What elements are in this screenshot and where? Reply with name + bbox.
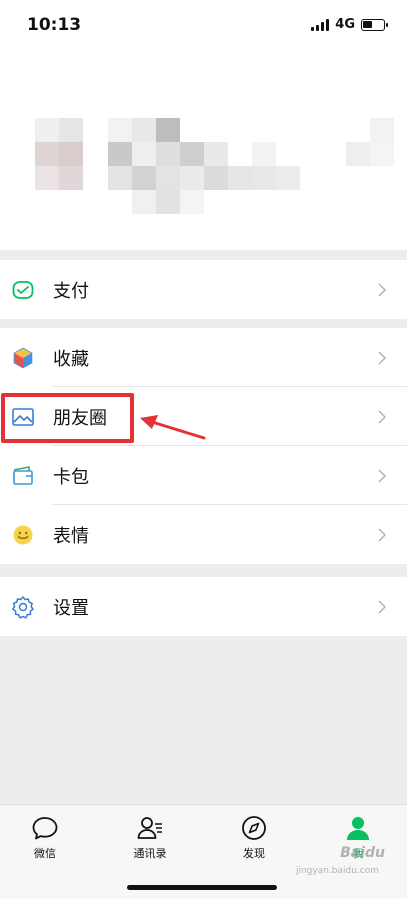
status-indicators: 4G xyxy=(311,17,388,32)
menu-item-pay[interactable]: 支付 xyxy=(0,260,407,319)
gear-icon xyxy=(11,595,35,619)
menu-item-label: 设置 xyxy=(53,597,89,619)
settings-group: 设置 xyxy=(0,577,407,636)
tab-chats[interactable]: 微信 xyxy=(5,815,85,861)
chevron-right-icon xyxy=(378,527,387,542)
chat-bubble-icon xyxy=(32,817,58,840)
menu-item-label: 卡包 xyxy=(53,466,89,488)
home-indicator[interactable] xyxy=(127,885,277,890)
menu-item-label: 收藏 xyxy=(53,348,89,370)
menu-item-label: 表情 xyxy=(53,525,89,547)
contacts-icon xyxy=(137,817,162,839)
chevron-right-icon xyxy=(378,350,387,365)
pay-group: 支付 xyxy=(0,260,407,319)
menu-item-cards[interactable]: 卡包 xyxy=(0,446,407,505)
battery-icon xyxy=(361,18,388,31)
person-icon xyxy=(347,817,369,840)
wallet-check-icon xyxy=(11,278,35,302)
chevron-right-icon xyxy=(378,468,387,483)
menu-item-favorites[interactable]: 收藏 xyxy=(0,328,407,387)
chevron-right-icon xyxy=(378,409,387,424)
features-group: 收藏 朋友圈 卡包 表情 xyxy=(0,328,407,564)
tab-label: 通讯录 xyxy=(133,847,167,860)
network-type: 4G xyxy=(335,17,355,32)
chevron-right-icon xyxy=(378,282,387,297)
arrow-annotation-icon xyxy=(140,415,206,440)
status-time: 10:13 xyxy=(27,15,82,35)
menu-item-label: 支付 xyxy=(53,280,89,302)
menu-item-stickers[interactable]: 表情 xyxy=(0,505,407,564)
highlight-box xyxy=(1,393,134,443)
watermark-url: jingyan.baidu.com xyxy=(295,866,379,876)
tab-label: 发现 xyxy=(243,847,265,860)
tab-discover[interactable]: 发现 xyxy=(214,815,294,861)
signal-icon xyxy=(311,18,330,31)
compass-icon xyxy=(242,816,266,840)
smiley-icon xyxy=(11,523,35,547)
chevron-right-icon xyxy=(378,599,387,614)
avatar[interactable] xyxy=(0,52,407,250)
tab-label: 微信 xyxy=(34,847,56,860)
profile-header[interactable] xyxy=(0,52,407,250)
menu-item-settings[interactable]: 设置 xyxy=(0,577,407,636)
status-bar: 10:13 4G xyxy=(0,0,407,52)
watermark-logo: Baidu xyxy=(340,845,385,861)
card-icon xyxy=(11,464,35,488)
tab-contacts[interactable]: 通讯录 xyxy=(110,815,190,861)
cube-icon xyxy=(11,346,35,370)
